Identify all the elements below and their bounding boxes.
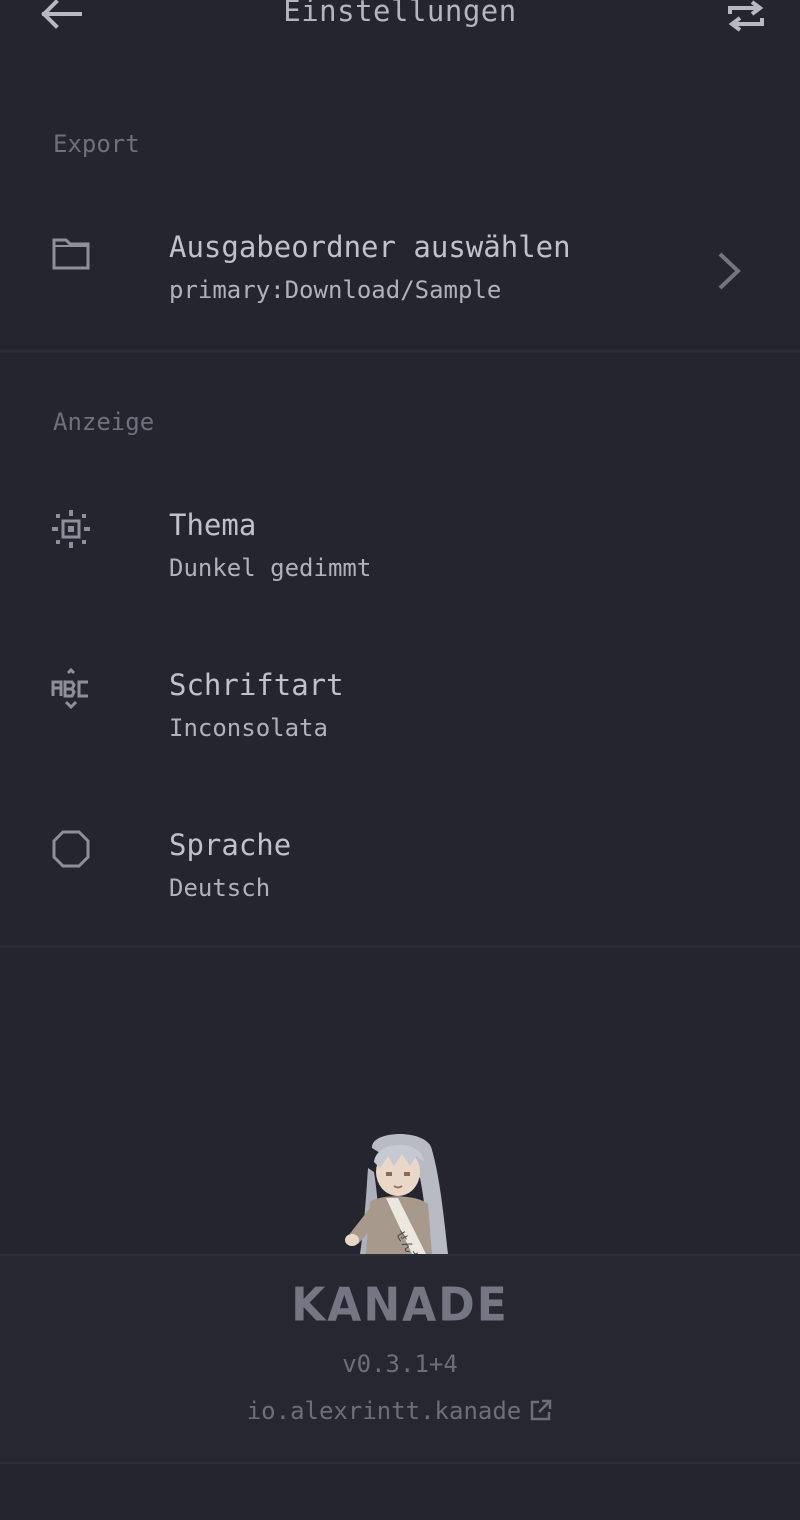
setting-value: Inconsolata — [169, 714, 328, 742]
repeat-icon — [728, 0, 764, 32]
chevron-right-icon — [714, 250, 744, 292]
setting-title: Sprache — [169, 828, 292, 862]
setting-value: Dunkel gedimmt — [169, 554, 372, 582]
section-label-display: Anzeige — [53, 408, 155, 436]
app-bar: Einstellungen — [0, 0, 800, 40]
folder-icon — [50, 234, 92, 276]
app-logo: KANADE — [291, 1278, 509, 1333]
app-version: v0.3.1+4 — [342, 1350, 458, 1378]
sync-button[interactable] — [724, 0, 768, 34]
section-divider — [0, 350, 800, 353]
setting-title: Thema — [169, 508, 257, 542]
setting-value: primary:Download/Sample — [169, 276, 502, 304]
setting-language[interactable]: Sprache Deutsch — [0, 828, 800, 948]
setting-value: Deutsch — [169, 874, 271, 902]
external-link-icon — [529, 1398, 553, 1422]
font-icon — [50, 667, 92, 710]
package-name: io.alexrintt.kanade — [246, 1397, 522, 1425]
section-label-export: Export — [53, 130, 140, 158]
setting-theme[interactable]: Thema Dunkel gedimmt — [0, 508, 800, 628]
setting-title: Schriftart — [169, 668, 344, 702]
theme-icon — [50, 508, 92, 550]
setting-output-folder[interactable]: Ausgabeordner auswählen primary:Download… — [0, 230, 800, 350]
package-link[interactable]: io.alexrintt.kanade — [0, 1397, 800, 1425]
setting-font[interactable]: Schriftart Inconsolata — [0, 667, 800, 788]
mascot-image: せんが — [340, 1128, 460, 1266]
globe-icon — [50, 828, 92, 870]
page-title: Einstellungen — [283, 0, 517, 28]
section-divider — [0, 945, 800, 948]
setting-title: Ausgabeordner auswählen — [169, 230, 571, 264]
